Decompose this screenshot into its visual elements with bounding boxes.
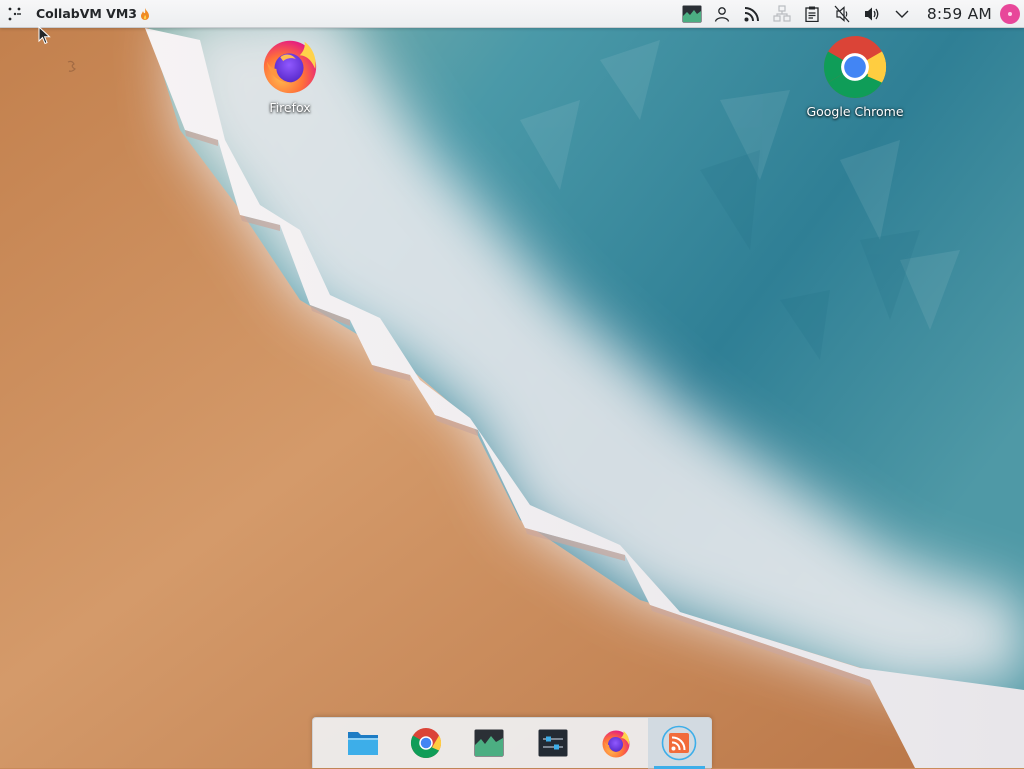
user-avatar[interactable] <box>1000 3 1020 24</box>
network-tray-button[interactable] <box>767 0 797 27</box>
desktop-icon-label: Firefox <box>269 100 311 115</box>
window-title-text: CollabVM VM3 <box>36 6 137 21</box>
rss-reader-icon <box>661 725 697 761</box>
dock-item-file-manager[interactable] <box>331 718 394 769</box>
system-monitor-tray-button[interactable] <box>677 0 707 27</box>
microphone-muted-icon <box>834 5 850 22</box>
network-disconnected-icon <box>773 4 791 22</box>
system-monitor-icon <box>682 5 702 22</box>
dock-item-firefox[interactable] <box>584 718 647 769</box>
active-window-title[interactable]: CollabVM VM3 <box>36 6 150 21</box>
application-launcher-button[interactable] <box>2 0 28 27</box>
firefox-icon <box>263 40 317 94</box>
google-chrome-icon <box>823 36 887 98</box>
clipboard-tray-button[interactable] <box>797 0 827 27</box>
desktop-icon-label: Google Chrome <box>806 104 904 119</box>
clipboard-icon <box>805 6 819 22</box>
volume-icon <box>864 7 879 20</box>
user-icon <box>714 6 730 22</box>
expand-tray-button[interactable] <box>887 0 917 27</box>
system-monitor-icon <box>474 729 504 757</box>
flame-icon <box>140 7 150 20</box>
panel-clock[interactable]: 8:59 AM <box>927 5 992 23</box>
google-chrome-icon <box>410 728 442 759</box>
task-manager-dock <box>312 717 712 769</box>
file-manager-icon <box>347 732 378 755</box>
system-tray: 8:59 AM <box>677 0 1024 27</box>
system-settings-icon <box>538 729 568 757</box>
faint-wallpaper-mark <box>67 60 76 72</box>
top-panel: CollabVM VM3 8:59 AM <box>0 0 1024 28</box>
rss-feed-tray-button[interactable] <box>737 0 767 27</box>
desktop-icon-firefox[interactable]: Firefox <box>235 34 345 115</box>
user-switch-button[interactable] <box>707 0 737 27</box>
microphone-tray-button[interactable] <box>827 0 857 27</box>
rss-feed-icon <box>744 6 759 21</box>
dock-item-system-monitor[interactable] <box>458 718 521 769</box>
dock-item-rss-reader[interactable] <box>647 717 711 769</box>
mouse-pointer-icon <box>38 26 51 45</box>
volume-tray-button[interactable] <box>857 0 887 27</box>
dock-item-system-settings[interactable] <box>521 718 584 769</box>
expand-tray-chevron-icon <box>895 10 909 18</box>
application-launcher-icon <box>8 7 21 20</box>
dock-item-google-chrome[interactable] <box>394 718 457 769</box>
firefox-icon <box>602 730 630 758</box>
desktop-icon-google-chrome[interactable]: Google Chrome <box>800 34 910 119</box>
